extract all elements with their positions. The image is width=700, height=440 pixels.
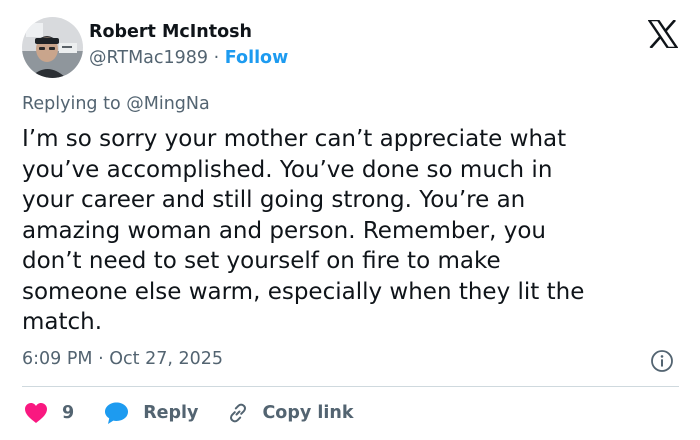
divider <box>22 386 679 387</box>
tweet-text: I’m so sorry your mother can’t appreciat… <box>22 126 585 335</box>
reply-mention-link[interactable]: @MingNa <box>126 94 209 114</box>
action-bar: 9 Reply Copy link <box>22 399 353 427</box>
speech-bubble-icon <box>105 402 129 424</box>
x-logo-icon[interactable] <box>648 20 678 48</box>
reply-prefix: Replying to <box>22 94 121 114</box>
date-separator: · <box>98 349 104 369</box>
handle-separator: · <box>213 48 220 68</box>
tweet-time: 6:09 PM <box>22 349 93 369</box>
heart-icon <box>25 403 47 423</box>
like-count: 9 <box>62 403 75 423</box>
tweet-date: Oct 27, 2025 <box>109 349 223 369</box>
reply-label: Reply <box>143 403 199 423</box>
tweet-embed-card: Robert McIntosh @RTMac1989 · Follow Repl… <box>0 0 700 440</box>
reply-context: Replying to @MingNa <box>22 94 210 114</box>
follow-button[interactable]: Follow <box>225 48 288 68</box>
reply-button[interactable]: Reply <box>74 401 198 425</box>
avatar[interactable] <box>22 17 83 78</box>
info-icon[interactable] <box>650 349 674 373</box>
author-handle[interactable]: @RTMac1989 <box>89 48 208 68</box>
like-button[interactable]: 9 <box>22 402 74 424</box>
author-name[interactable]: Robert McIntosh <box>89 22 252 42</box>
author-handle-row: @RTMac1989 · Follow <box>89 48 288 68</box>
timestamp-link[interactable]: 6:09 PM · Oct 27, 2025 <box>22 349 223 369</box>
link-icon <box>230 403 247 423</box>
copy-link-button[interactable]: Copy link <box>198 401 353 425</box>
copy-link-label: Copy link <box>262 403 354 423</box>
